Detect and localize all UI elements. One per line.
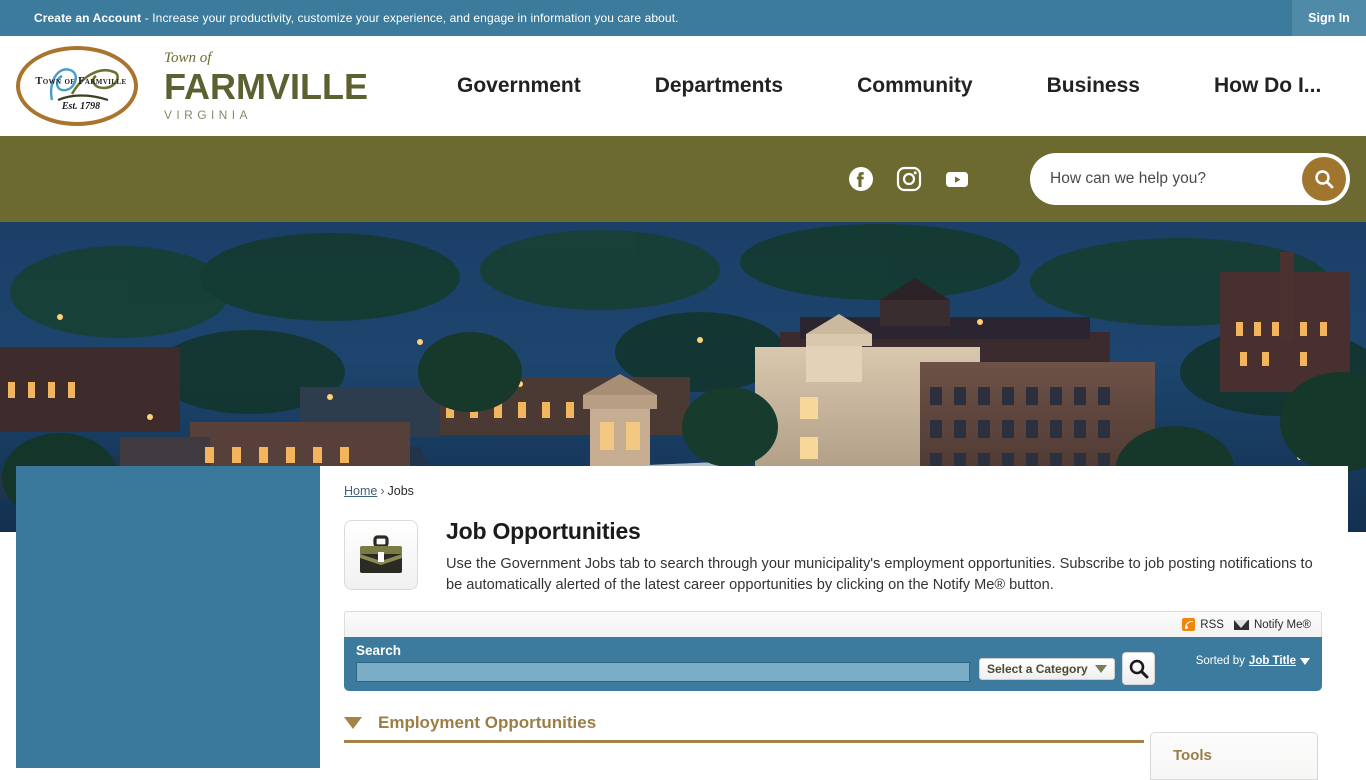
- sorted-by-prefix: Sorted by: [1195, 655, 1245, 668]
- nav-item-departments[interactable]: Departments: [655, 74, 783, 98]
- wordmark-state: VIRGINIA: [164, 107, 252, 122]
- create-account-subtext: - Increase your productivity, customize …: [141, 11, 679, 25]
- briefcase-icon: [344, 520, 418, 590]
- site-header: Town of Farmville Est. 1798 Town of FARM…: [0, 36, 1366, 136]
- wordmark-town: Town of: [164, 50, 212, 67]
- social-links: [848, 166, 970, 192]
- collapse-triangle-icon[interactable]: [344, 717, 362, 730]
- youtube-icon[interactable]: [944, 166, 970, 192]
- seal-est-text: Est. 1798: [61, 101, 101, 112]
- site-wordmark: Town of FARMVILLE VIRGINIA: [164, 51, 368, 121]
- tools-panel: Tools: [1150, 732, 1318, 780]
- breadcrumb-current: Jobs: [387, 484, 414, 498]
- chevron-down-icon: [1095, 665, 1107, 674]
- town-seal-icon: Town of Farmville Est. 1798: [16, 46, 138, 126]
- main-content-panel: Home › Jobs Job Opportunities Use the Gove…: [320, 466, 1348, 780]
- top-utility-bar: Create an Account - Increase your produc…: [0, 0, 1366, 36]
- page-title: Job Opportunities: [446, 518, 641, 544]
- envelope-icon: [1233, 619, 1249, 630]
- rss-icon: [1182, 618, 1196, 632]
- instagram-icon[interactable]: [896, 166, 922, 192]
- utility-strip: [0, 136, 1366, 222]
- breadcrumb-home-link[interactable]: Home: [344, 484, 377, 498]
- nav-item-government[interactable]: Government: [457, 74, 581, 98]
- page-header-text: Job Opportunities Use the Government Job…: [446, 518, 1322, 596]
- sorted-by-value[interactable]: Job Title: [1249, 655, 1296, 667]
- nav-item-business[interactable]: Business: [1047, 74, 1140, 98]
- page-description: Use the Government Jobs tab to search th…: [446, 556, 1313, 594]
- chevron-down-icon: [1300, 657, 1310, 665]
- tools-panel-title: Tools: [1173, 747, 1212, 764]
- sorted-by-control[interactable]: Sorted by Job Title: [1196, 655, 1310, 667]
- employment-section-header[interactable]: Employment Opportunities: [344, 713, 1144, 733]
- section-divider: [344, 740, 1144, 744]
- search-icon: [1315, 170, 1334, 189]
- search-label: Search: [356, 643, 402, 659]
- nav-item-community[interactable]: Community: [857, 74, 973, 98]
- sign-in-button[interactable]: Sign In: [1292, 0, 1366, 36]
- site-logo[interactable]: Town of Farmville Est. 1798 Town of FARM…: [16, 46, 368, 126]
- site-search-box[interactable]: [1030, 153, 1350, 205]
- notify-me-label: Notify Me®: [1253, 618, 1311, 631]
- create-account-message: Create an Account - Increase your produc…: [34, 11, 679, 25]
- category-select[interactable]: Select a Category: [979, 658, 1115, 681]
- module-action-bar: RSS Notify Me®: [344, 611, 1322, 638]
- job-search-button[interactable]: [1122, 652, 1155, 686]
- site-search-input[interactable]: [1050, 170, 1280, 188]
- wordmark-name: FARMVILLE: [164, 66, 368, 108]
- main-navigation: Government Departments Community Busines…: [420, 74, 1358, 98]
- page-header: Job Opportunities Use the Government Job…: [344, 518, 1322, 596]
- category-select-label: Select a Category: [987, 662, 1088, 677]
- seal-arc-text: Town of Farmville: [35, 76, 127, 87]
- briefcase-glyph: [360, 535, 402, 573]
- breadcrumb-separator: ›: [380, 484, 385, 498]
- employment-opportunities-section: Employment Opportunities: [344, 713, 1144, 744]
- create-account-link[interactable]: Create an Account: [34, 11, 141, 25]
- left-sidebar-panel: [16, 466, 320, 768]
- breadcrumb: Home › Jobs: [344, 484, 1322, 498]
- job-search-input[interactable]: [356, 662, 970, 683]
- employment-section-title: Employment Opportunities: [378, 713, 597, 733]
- job-search-module: Search Select a Category Sorted by Job T…: [344, 637, 1322, 692]
- rss-link[interactable]: RSS: [1182, 618, 1224, 632]
- facebook-icon[interactable]: [848, 166, 874, 192]
- notify-me-link[interactable]: Notify Me®: [1233, 618, 1311, 631]
- rss-label: RSS: [1200, 618, 1224, 631]
- nav-item-how-do-i[interactable]: How Do I...: [1214, 74, 1321, 98]
- site-search-button[interactable]: [1302, 157, 1346, 201]
- search-icon: [1129, 659, 1148, 679]
